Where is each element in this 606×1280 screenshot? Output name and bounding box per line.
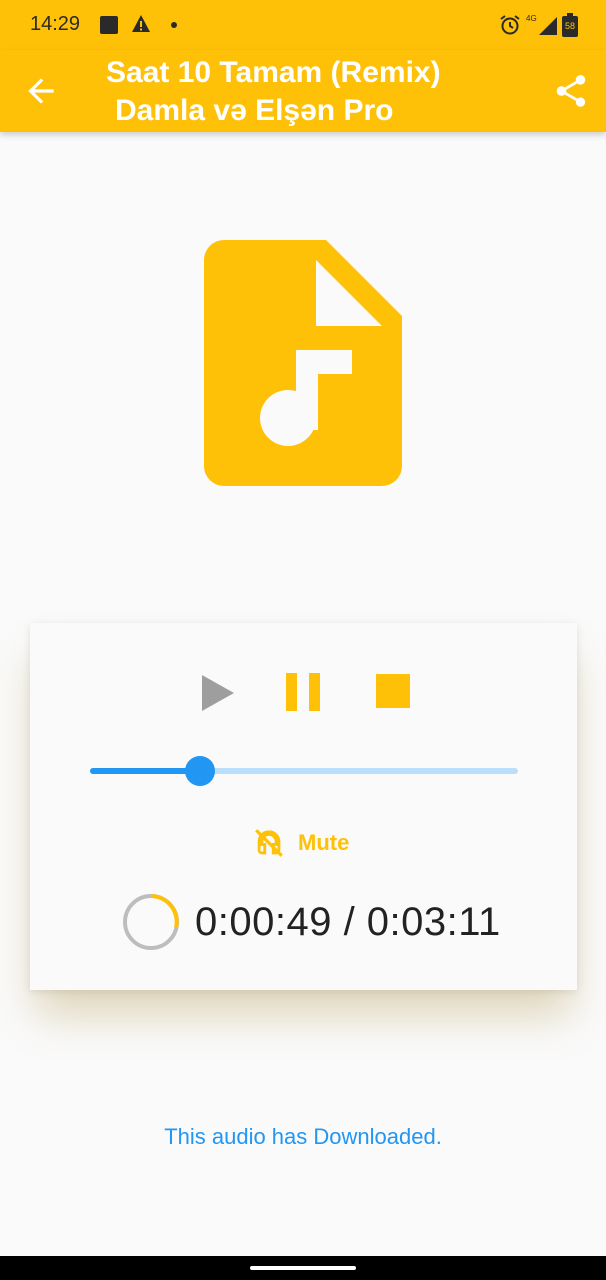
alarm-icon: [500, 15, 520, 35]
page-title: Saat 10 Tamam (Remix) Damla və Elşən Pro: [106, 54, 526, 130]
pause-icon[interactable]: [286, 673, 320, 711]
share-icon[interactable]: [552, 72, 590, 110]
player-card: Mute 0:00:49 / 0:03:11: [30, 623, 577, 990]
arrow-back-icon[interactable]: [22, 72, 60, 110]
warning-icon: [132, 15, 150, 32]
headset-off-icon: [255, 829, 283, 857]
status-bar: 14:29 4G 58: [0, 0, 606, 50]
mute-button[interactable]: Mute: [252, 823, 349, 863]
loading-spinner-icon: [123, 894, 179, 950]
dot-icon: [171, 22, 177, 28]
status-time: 14:29: [30, 13, 81, 35]
seek-slider[interactable]: [90, 756, 518, 786]
play-icon[interactable]: [200, 671, 236, 715]
seek-slider-thumb[interactable]: [184, 756, 215, 786]
time-display: 0:00:49 / 0:03:11: [195, 900, 501, 944]
song-title: Saat 10 Tamam (Remix): [106, 56, 441, 89]
seek-slider-fill: [90, 768, 200, 774]
home-handle[interactable]: [250, 1266, 356, 1270]
download-status: This audio has Downloaded.: [164, 1124, 442, 1149]
signal-icon: 4G: [526, 14, 557, 35]
notification-square-icon: [100, 16, 118, 34]
nav-bar: [0, 1256, 606, 1280]
mute-label: Mute: [298, 830, 350, 855]
stop-icon[interactable]: [376, 674, 410, 708]
audio-file-icon: [204, 240, 402, 486]
battery-level: 58: [565, 21, 575, 31]
battery-icon: 58: [562, 13, 578, 37]
song-artist: Damla və Elşən Pro: [115, 94, 394, 127]
network-label: 4G: [526, 14, 537, 23]
app-bar: Saat 10 Tamam (Remix) Damla və Elşən Pro: [0, 50, 606, 132]
